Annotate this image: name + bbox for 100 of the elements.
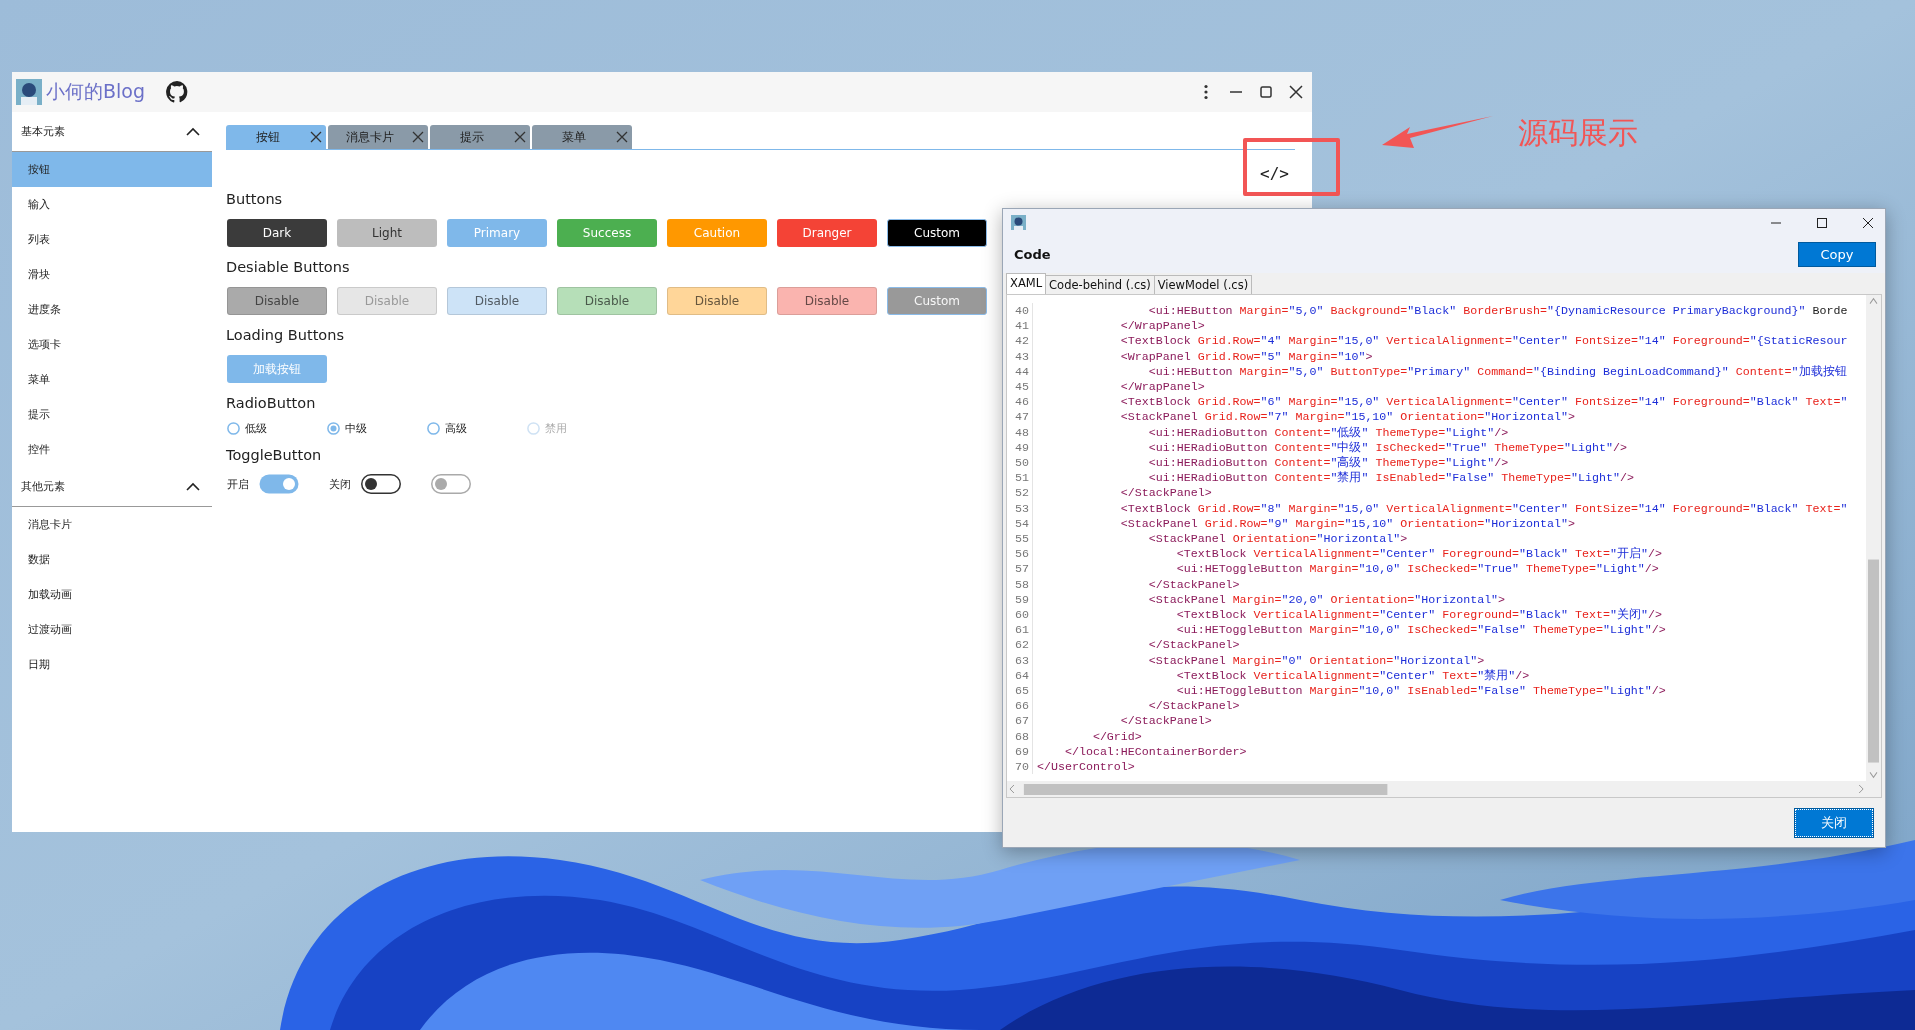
code-line: <TextBlock VerticalAlignment="Center" Text="禁用"/> (1175, 667, 1530, 684)
line-number: 52 (1007, 485, 1033, 501)
tab[interactable]: 菜单 (532, 125, 632, 149)
code-line: </local:HEContainerBorder> (1063, 743, 1247, 760)
code-line: <StackPanel Grid.Row="7" Margin="15,10" Orientation="Horizontal"> (1119, 409, 1575, 425)
group-header[interactable]: 基本元素 (21, 124, 186, 139)
code-line: <ui:HEToggleButton Margin="10,0" IsChecked="False" ThemeType="Light"/> (1175, 622, 1666, 638)
radio-label: 中级 (345, 421, 367, 436)
annotation-text: 源码展示 (1518, 114, 1638, 152)
code-line: </StackPanel> (1147, 637, 1240, 653)
line-number: 68 (1007, 728, 1033, 744)
tab[interactable]: XAML (1006, 273, 1047, 294)
radio-button[interactable] (227, 422, 240, 435)
code-line: </StackPanel> (1119, 713, 1212, 729)
chevron-icon[interactable] (186, 481, 200, 492)
code-line: <ui:HEButton Margin="5,0" ButtonType="Primary" Command="{Binding BeginLoadCommand}" Content="加载按钮 (1147, 363, 1847, 379)
group-header[interactable]: 其他元素 (21, 479, 186, 494)
code-line: </StackPanel> (1147, 576, 1240, 592)
vertical-scrollbar[interactable] (1866, 295, 1881, 781)
button[interactable]: Dranger (777, 219, 877, 247)
tab[interactable]: 按钮 (226, 125, 326, 149)
button[interactable]: Dark (227, 219, 327, 247)
maximize-icon[interactable] (1258, 84, 1274, 100)
sidebar-item[interactable]: 消息卡片 (12, 507, 212, 542)
line-number: 46 (1007, 394, 1033, 410)
code-editor[interactable] (1006, 294, 1882, 798)
app-icon (1011, 215, 1026, 230)
code-line: </WrapPanel> (1119, 379, 1205, 395)
line-number: 66 (1007, 698, 1033, 714)
sidebar-item[interactable]: 提示 (12, 397, 212, 432)
sidebar-item[interactable]: 进度条 (12, 292, 212, 327)
sidebar-item[interactable]: 过渡动画 (12, 612, 212, 647)
toggle-switch[interactable] (361, 474, 401, 494)
toggle-switch[interactable] (259, 474, 299, 494)
code-line: <StackPanel Orientation="Horizontal"> (1147, 531, 1408, 547)
line-number: 57 (1007, 561, 1033, 577)
code-line: <TextBlock VerticalAlignment="Center" Foreground="Black" Text="开启"/> (1175, 546, 1662, 562)
sidebar-item[interactable]: 滑块 (12, 257, 212, 292)
line-number: 51 (1007, 470, 1033, 486)
line-number: 65 (1007, 683, 1033, 699)
close-icon[interactable] (1288, 84, 1304, 100)
code-line: <ui:HERadioButton Content="禁用" IsEnabled="False" ThemeType="Light"/> (1147, 470, 1634, 486)
line-number: 49 (1007, 439, 1033, 456)
radio-button[interactable] (327, 422, 340, 435)
button[interactable]: Light (337, 219, 437, 247)
tab[interactable]: 提示 (430, 125, 530, 149)
sidebar-item[interactable]: 控件 (12, 432, 212, 467)
sidebar-item[interactable]: 按钮 (12, 152, 212, 187)
line-number: 60 (1007, 607, 1033, 623)
code-line: <ui:HERadioButton Content="高级" ThemeType="Light"/> (1147, 455, 1509, 471)
line-number: 64 (1007, 667, 1033, 684)
line-number: 63 (1007, 652, 1033, 668)
sidebar-item[interactable]: 输入 (12, 187, 212, 222)
code-button[interactable]: </> (1260, 164, 1289, 183)
sidebar-item[interactable]: 菜单 (12, 362, 212, 397)
sidebar-item[interactable]: 日期 (12, 647, 212, 682)
code-line: <StackPanel Margin="0" Orientation="Horizontal"> (1147, 652, 1485, 668)
code-line: <TextBlock Grid.Row="4" Margin="15,0" VerticalAlignment="Center" FontSize="14" Foreground="{StaticResour (1119, 333, 1848, 349)
close-icon[interactable] (310, 131, 322, 143)
section-heading: Buttons (226, 191, 283, 207)
code-line: <StackPanel Margin="20,0" Orientation="Horizontal"> (1147, 591, 1506, 608)
line-number: 44 (1007, 363, 1033, 379)
close-button[interactable]: 关闭 (1795, 808, 1873, 837)
sidebar-item[interactable]: 数据 (12, 542, 212, 577)
tab[interactable]: 消息卡片 (328, 125, 428, 149)
line-number: 55 (1007, 531, 1033, 547)
close-icon[interactable] (1861, 215, 1875, 230)
app-title: 小何的Blog (46, 79, 145, 104)
code-line: <WrapPanel Grid.Row="5" Margin="10"> (1119, 348, 1373, 364)
section-heading: Loading Buttons (226, 327, 344, 343)
line-number: 69 (1007, 743, 1033, 760)
line-number: 47 (1007, 409, 1033, 425)
maximize-icon[interactable] (1815, 215, 1829, 230)
line-number: 45 (1007, 379, 1033, 395)
line-number: 53 (1007, 500, 1033, 516)
sidebar-item[interactable]: 加载动画 (12, 577, 212, 612)
line-number: 54 (1007, 515, 1033, 532)
line-number: 62 (1007, 637, 1033, 653)
section-heading: Desiable Buttons (226, 259, 350, 275)
sidebar-item[interactable]: 选项卡 (12, 327, 212, 362)
github-icon[interactable] (165, 80, 189, 104)
sidebar-item[interactable]: 列表 (12, 222, 212, 257)
dialog-heading: Code (1014, 247, 1052, 262)
code-line: <TextBlock Grid.Row="8" Margin="15,0" VerticalAlignment="Center" FontSize="14" Foreground="Black" Text=" (1119, 500, 1848, 516)
chevron-icon[interactable] (186, 126, 200, 137)
code-line: <ui:HERadioButton Content="低级" ThemeType="Light"/> (1147, 424, 1509, 440)
code-line: <StackPanel Grid.Row="9" Margin="15,10" Orientation="Horizontal"> (1119, 515, 1575, 532)
radio-button[interactable] (427, 422, 440, 435)
tab[interactable]: ViewModel (.cs) (1153, 275, 1253, 294)
code-line: </StackPanel> (1119, 485, 1212, 501)
toggle-label: 关闭 (329, 476, 351, 492)
line-number: 58 (1007, 576, 1033, 592)
line-number: 61 (1007, 622, 1033, 638)
radio-label: 低级 (245, 421, 267, 436)
copy-button[interactable]: Copy (1798, 242, 1876, 267)
avatar-icon (16, 79, 42, 105)
code-line: </Grid> (1091, 728, 1142, 744)
line-number: 50 (1007, 455, 1033, 471)
radio-label: 高级 (445, 421, 467, 436)
button[interactable]: Custom (887, 219, 987, 247)
